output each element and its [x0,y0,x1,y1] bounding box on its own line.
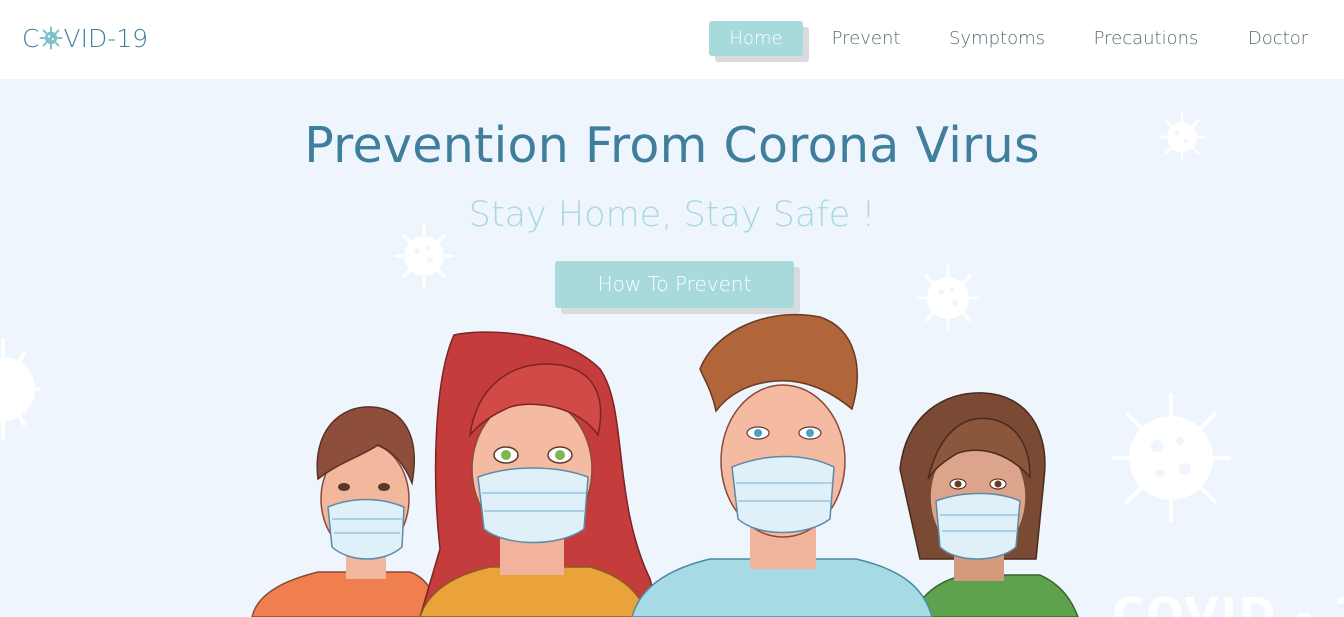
person-woman-red-hair [419,331,661,617]
nav-home[interactable]: Home [709,21,803,56]
nav-prevent[interactable]: Prevent [826,21,906,56]
hero-section: Prevention From Corona Virus Stay Home, … [0,79,1344,617]
nav-doctor[interactable]: Doctor [1240,21,1316,56]
person-woman-brown-hair [899,392,1079,617]
person-boy [251,406,441,617]
site-header: C VID-19 Home Prevent Symptoms Precautio… [0,0,1344,79]
nav-symptoms[interactable]: Symptoms [940,21,1054,56]
main-nav: Home Prevent Symptoms Precautions Doctor [0,21,1344,61]
people-wearing-masks-illustration [251,313,1079,617]
person-man [631,313,933,617]
nav-precautions[interactable]: Precautions [1084,21,1208,56]
